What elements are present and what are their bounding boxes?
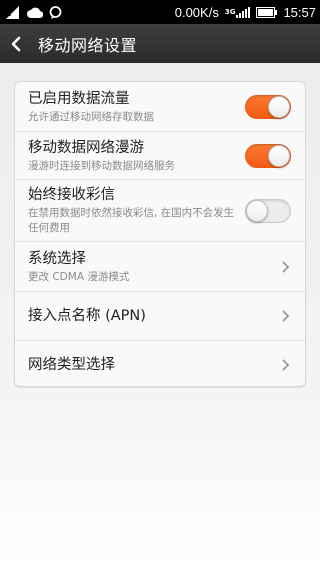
setting-title: 接入点名称 (APN) [28, 308, 146, 324]
signal-unknown-icon: ? [6, 5, 21, 19]
data-enabled-toggle[interactable] [245, 94, 291, 119]
chevron-right-icon [282, 309, 292, 323]
chevron-right-icon [282, 260, 292, 274]
always-mms-toggle[interactable] [245, 198, 291, 223]
setting-title: 网络类型选择 [28, 356, 115, 373]
action-bar: 移动网络设置 [0, 24, 320, 63]
cloud-icon [27, 7, 43, 18]
status-bar: ? 0.00K/s 3G 15:57 [0, 0, 320, 24]
message-icon [49, 5, 62, 19]
status-bar-right: 0.00K/s 3G 15:57 [175, 5, 316, 20]
settings-row-apn[interactable]: 接入点名称 (APN) [15, 292, 305, 341]
toggle-knob [268, 144, 290, 167]
clock: 15:57 [283, 4, 316, 20]
toggle-knob [268, 95, 290, 118]
toggle-knob [246, 199, 268, 222]
signal-strength-icon: 3G [224, 6, 251, 18]
battery-icon [256, 6, 278, 18]
svg-text:?: ? [8, 9, 13, 19]
back-arrow-icon [11, 36, 21, 51]
network-speed: 0.00K/s [174, 4, 219, 20]
roaming-toggle[interactable] [245, 143, 291, 168]
settings-row-system-select[interactable]: 系统选择 更改 CDMA 漫游模式 [15, 242, 305, 292]
settings-row-network-type[interactable]: 网络类型选择 [15, 341, 305, 386]
settings-row-data-enabled[interactable]: 已启用数据流量 允许通过移动网络存取数据 [15, 82, 305, 132]
settings-card: 已启用数据流量 允许通过移动网络存取数据 移动数据网络漫游 漫游时连接到移动数据… [14, 81, 306, 387]
setting-title: 系统选择 [28, 250, 86, 267]
page-title: 移动网络设置 [38, 35, 138, 55]
setting-subtitle: 更改 CDMA 漫游模式 [28, 270, 130, 283]
back-button[interactable] [10, 29, 32, 59]
settings-row-always-mms[interactable]: 始终接收彩信 在禁用数据时依然接收彩信, 在国内不会发生任何费用 [15, 180, 305, 242]
setting-subtitle: 在禁用数据时依然接收彩信, 在国内不会发生任何费用 [28, 207, 235, 234]
chevron-right-icon [282, 358, 292, 372]
settings-row-roaming[interactable]: 移动数据网络漫游 漫游时连接到移动数据网络服务 [15, 132, 305, 180]
network-type: 3G [224, 7, 236, 16]
status-bar-left: ? [6, 5, 62, 19]
